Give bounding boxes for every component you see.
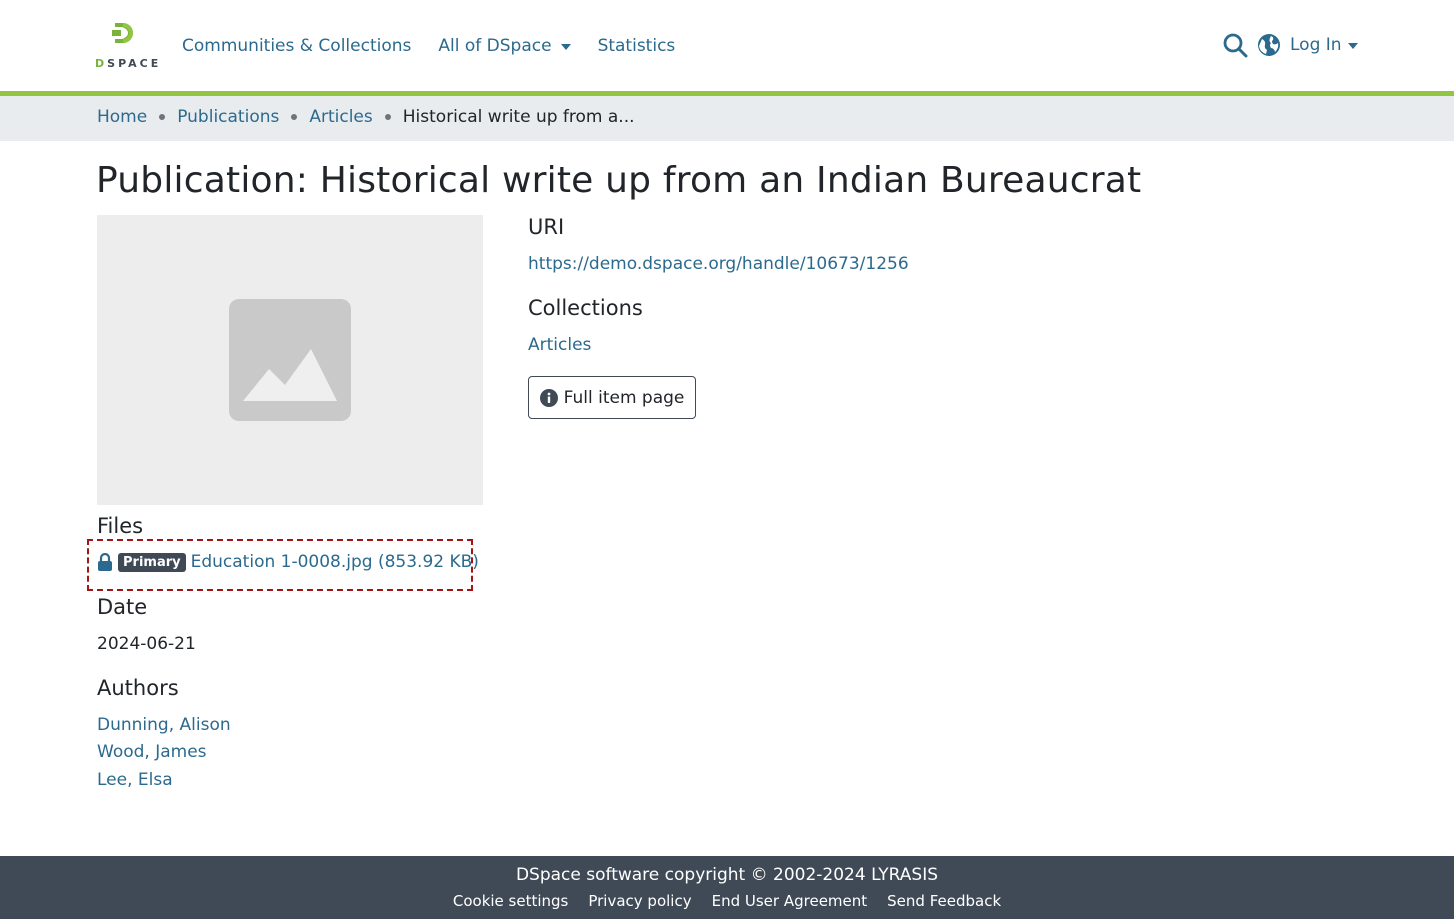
breadcrumb-separator — [159, 114, 166, 120]
search-icon[interactable] — [1222, 32, 1248, 58]
caret-down-icon — [560, 44, 571, 50]
site-header: DSPACE Communities & Collections All of … — [0, 0, 1454, 92]
nav-all-of-dspace-label: All of DSpace — [438, 36, 552, 56]
page-title: Publication: Historical write up from an… — [96, 160, 1142, 201]
footer-cookie-settings[interactable]: Cookie settings — [453, 892, 569, 910]
info-circle-icon — [539, 388, 558, 407]
item-thumbnail — [97, 215, 483, 505]
footer-end-user-agreement[interactable]: End User Agreement — [712, 892, 868, 910]
site-footer: DSpace software copyright © 2002-2024 LY… — [0, 856, 1454, 919]
footer-copyright: DSpace software copyright © 2002-2024 LY… — [515, 865, 939, 885]
breadcrumb-articles[interactable]: Articles — [309, 107, 372, 127]
nav-communities-collections[interactable]: Communities & Collections — [182, 36, 411, 56]
breadcrumb-publications[interactable]: Publications — [177, 107, 279, 127]
dspace-logo[interactable]: DSPACE — [95, 20, 163, 72]
globe-language-icon[interactable] — [1256, 32, 1282, 58]
author-link[interactable]: Dunning, Alison — [97, 715, 231, 735]
file-entry: Primary Education 1-0008.jpg (853.92 KB) — [97, 552, 479, 572]
breadcrumb-home[interactable]: Home — [97, 107, 147, 127]
main-nav: Communities & Collections All of DSpace … — [182, 33, 702, 59]
date-heading: Date — [97, 595, 148, 619]
caret-down-icon — [1347, 43, 1358, 49]
collection-link[interactable]: Articles — [528, 335, 591, 355]
login-dropdown[interactable]: Log In — [1290, 35, 1358, 55]
image-placeholder-icon — [229, 299, 351, 421]
logo-wordmark: DSPACE — [95, 57, 162, 70]
collections-heading: Collections — [528, 296, 643, 320]
author-link[interactable]: Wood, James — [97, 742, 207, 762]
author-link[interactable]: Lee, Elsa — [97, 770, 173, 790]
full-item-page-button[interactable]: Full item page — [528, 376, 696, 419]
authors-heading: Authors — [97, 676, 179, 700]
footer-send-feedback[interactable]: Send Feedback — [887, 892, 1001, 910]
nav-statistics[interactable]: Statistics — [598, 36, 676, 56]
files-heading: Files — [97, 514, 144, 538]
primary-badge: Primary — [118, 552, 186, 572]
breadcrumb-current: Historical write up from a... — [402, 107, 635, 127]
uri-heading: URI — [528, 215, 565, 239]
nav-all-of-dspace[interactable]: All of DSpace — [438, 36, 571, 56]
header-actions: Log In — [1222, 31, 1358, 59]
footer-privacy-policy[interactable]: Privacy policy — [588, 892, 691, 910]
breadcrumb: Home Publications Articles Historical wr… — [97, 107, 635, 127]
uri-link[interactable]: https://demo.dspace.org/handle/10673/125… — [528, 254, 909, 274]
login-label: Log In — [1290, 35, 1342, 55]
breadcrumb-bar: Home Publications Articles Historical wr… — [0, 96, 1454, 141]
lock-icon — [98, 553, 112, 571]
footer-links: Cookie settings Privacy policy End User … — [0, 892, 1454, 910]
dspace-logo-icon — [112, 23, 133, 43]
file-download-link[interactable]: Education 1-0008.jpg (853.92 KB) — [191, 552, 479, 572]
breadcrumb-separator — [291, 114, 298, 120]
breadcrumb-separator — [384, 114, 391, 120]
full-item-page-label: Full item page — [563, 387, 685, 408]
date-value: 2024-06-21 — [97, 634, 196, 654]
